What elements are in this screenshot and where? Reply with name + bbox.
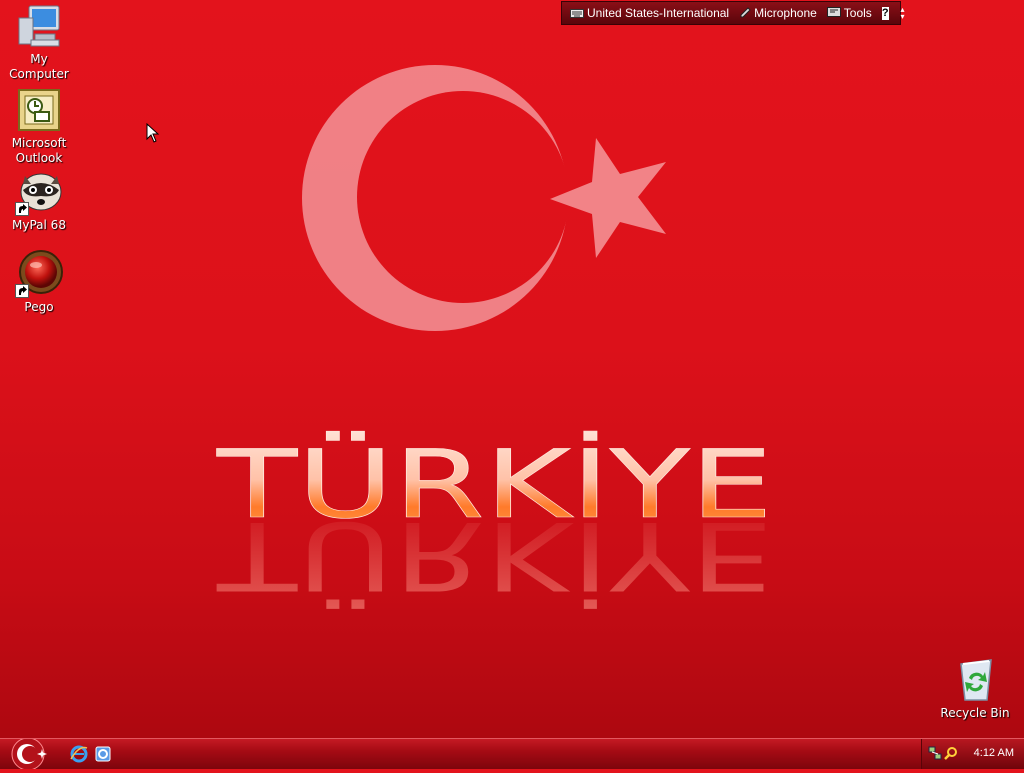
shortcut-arrow-icon: [15, 202, 29, 216]
language-selector[interactable]: United States-International: [570, 6, 729, 20]
crescent-star-wallpaper: [302, 65, 666, 331]
internet-explorer-icon[interactable]: [70, 745, 88, 763]
search-icon[interactable]: [944, 746, 958, 760]
language-bar-options-icon[interactable]: ▴ ▾: [901, 6, 905, 21]
desktop-icon-microsoft-outlook[interactable]: Microsoft Outlook: [0, 86, 78, 166]
computer-icon: [15, 2, 63, 50]
microphone-button[interactable]: Microphone: [739, 6, 817, 20]
clock[interactable]: 4:12 AM: [974, 747, 1014, 759]
taskbar: 4:12 AM: [0, 737, 1024, 771]
shortcut-arrow-icon: [15, 284, 29, 298]
language-bar: United States-International Microphone T…: [561, 1, 905, 25]
quick-launch-toolbar: [70, 745, 112, 763]
desktop-icon-label: Microsoft Outlook: [11, 136, 67, 165]
desktop-icon-label: Recycle Bin: [940, 706, 1010, 720]
desktop-icon-mypal-68[interactable]: MyPal 68: [0, 168, 78, 233]
recycle-bin-icon: [951, 656, 999, 704]
network-icon[interactable]: [928, 746, 942, 760]
outlook-express-icon[interactable]: [94, 745, 112, 763]
microphone-label: Microphone: [754, 6, 817, 20]
microphone-icon: [740, 7, 751, 18]
outlook-icon: [15, 86, 63, 134]
help-button[interactable]: ?: [881, 6, 889, 20]
star-icon: [550, 138, 666, 258]
desktop-icon-my-computer[interactable]: My Computer: [0, 2, 78, 82]
wallpaper-title-reflection: TÜRKİYE: [216, 500, 773, 610]
turkiye-wordmark: TÜRKİYE TÜRKİYE: [215, 430, 773, 610]
crescent-start-icon: [11, 737, 47, 771]
language-label: United States-International: [587, 6, 730, 20]
desktop-icon-pego[interactable]: Pego: [0, 250, 78, 315]
start-button[interactable]: [10, 737, 48, 771]
desktop-icon-label: My Computer: [9, 52, 69, 81]
system-tray: 4:12 AM: [921, 739, 1024, 769]
mouse-cursor-icon: [146, 123, 160, 143]
desktop-icon-label: MyPal 68: [12, 218, 66, 232]
help-label: ?: [881, 7, 889, 19]
desktop-icon-recycle-bin[interactable]: Recycle Bin: [936, 656, 1014, 721]
red-orb-icon: [15, 250, 63, 298]
tools-icon: [826, 7, 841, 17]
desktop-icon-label: Pego: [24, 300, 54, 314]
keyboard-icon: [570, 9, 584, 18]
raccoon-browser-icon: [15, 168, 63, 216]
tools-button[interactable]: Tools: [826, 6, 872, 20]
tools-label: Tools: [843, 6, 872, 20]
